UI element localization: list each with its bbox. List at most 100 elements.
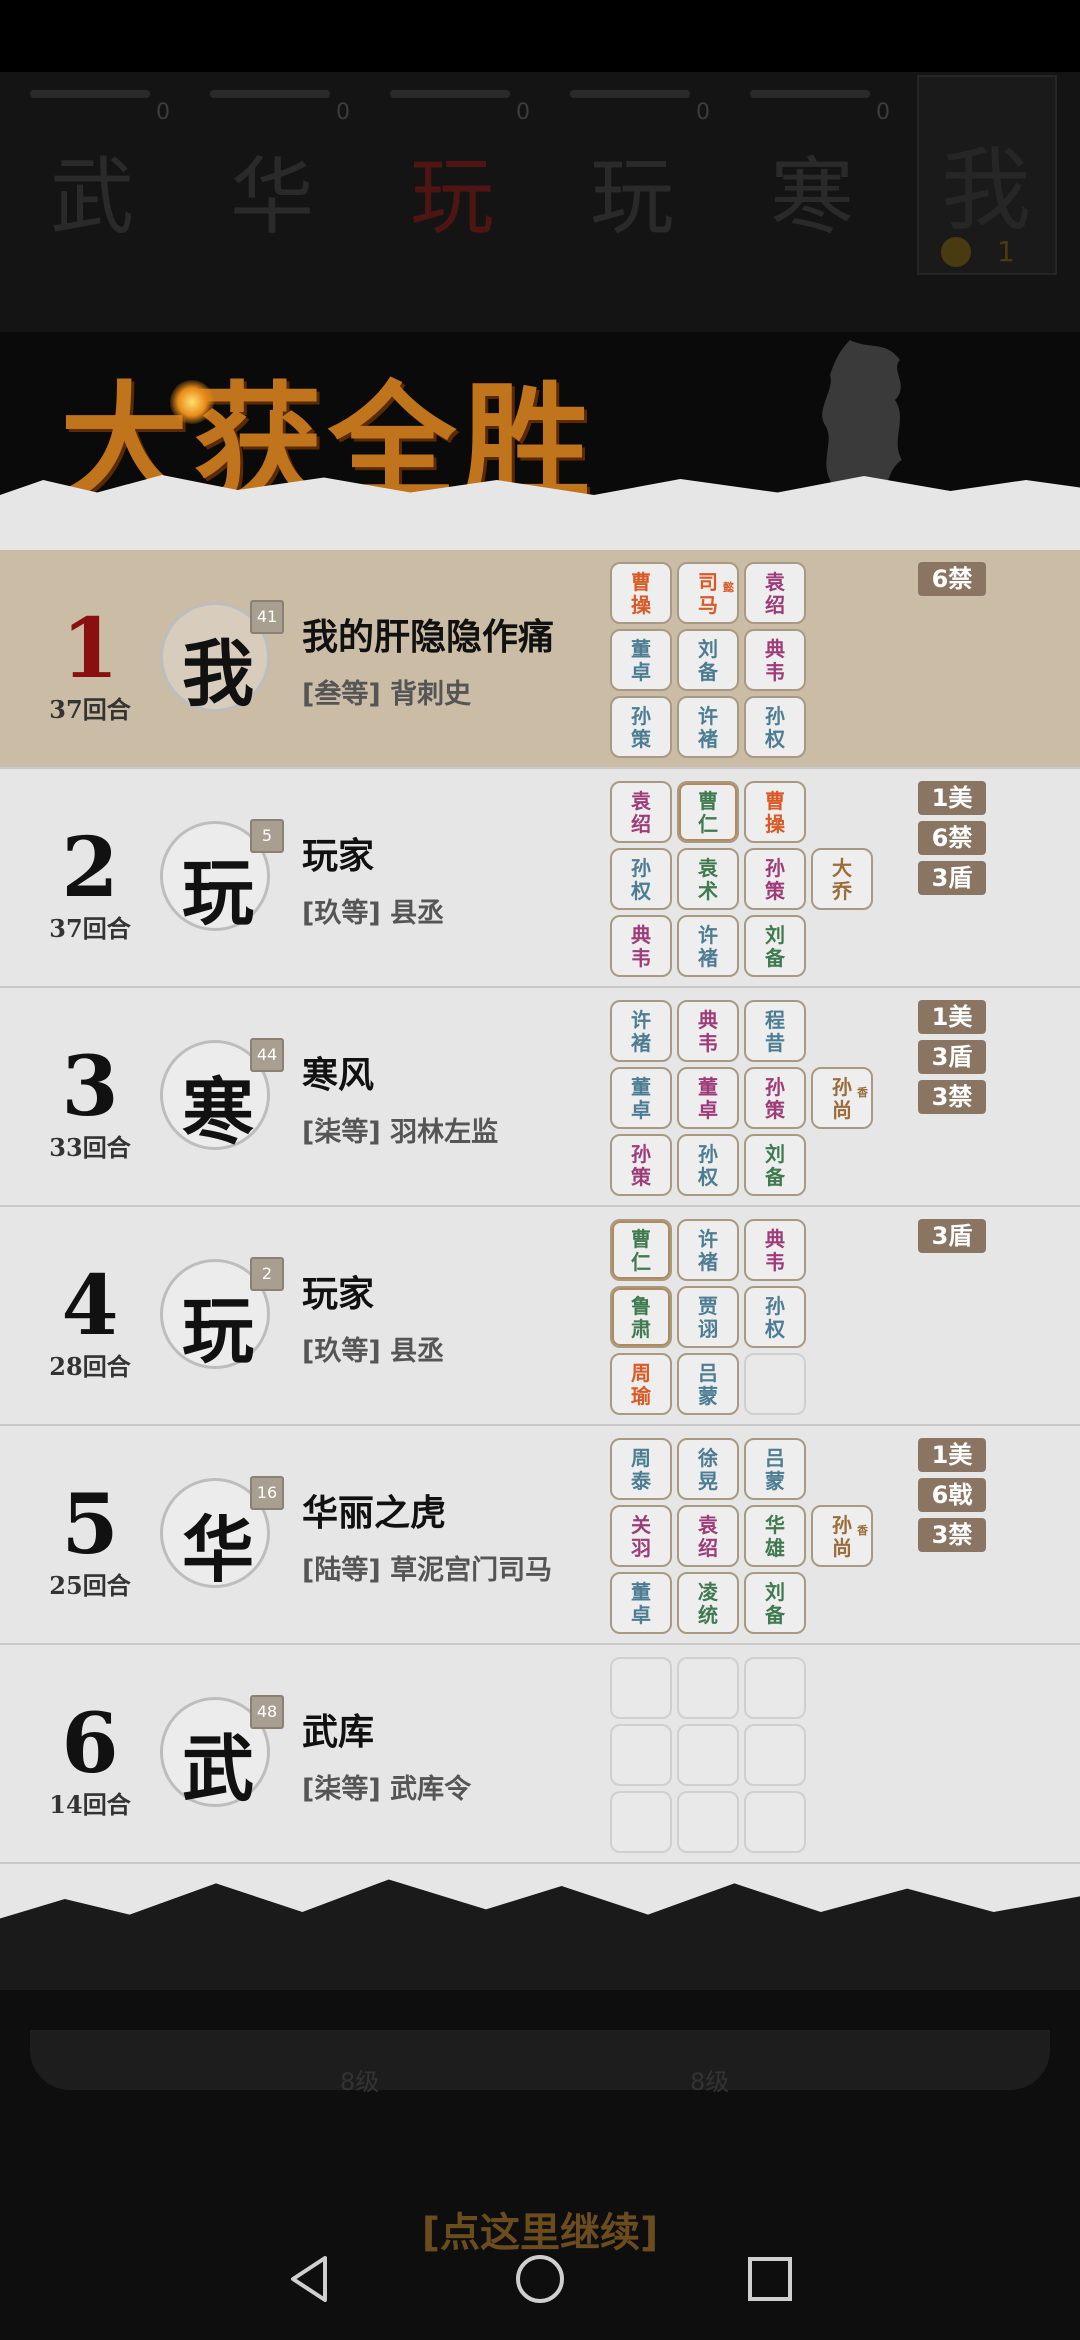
hero-card (610, 1724, 672, 1786)
player-count: 0 (516, 100, 530, 125)
hero-card: 司马懿 (677, 562, 739, 624)
player-rank-title: [柒等] 羽林左监 (302, 1117, 499, 1148)
hero-card: 袁绍 (677, 1505, 739, 1567)
hero-card: 董卓 (610, 1572, 672, 1634)
hero-card-extra: 大乔 (811, 848, 873, 910)
hero-card (610, 1657, 672, 1719)
level-label-left: 8级 (340, 2068, 380, 2096)
hero-card: 孙权 (610, 848, 672, 910)
hero-card: 凌统 (677, 1572, 739, 1634)
level-badge: 41 (250, 600, 284, 634)
hero-card: 周瑜 (610, 1353, 672, 1415)
bonus-tag: 1美 (918, 1000, 986, 1034)
hero-card: 许褚 (610, 1000, 672, 1062)
hero-card: 刘备 (677, 629, 739, 691)
level-badge: 16 (250, 1476, 284, 1510)
rank-number: 5 (61, 1477, 119, 1573)
result-row: 1 37回合我 41 我的肝隐隐作痛 [叁等] 背刺史曹操司马懿袁绍董卓刘备典韦孙策许褚… (0, 550, 1080, 769)
hero-card: 刘备 (744, 915, 806, 977)
level-badge: 48 (250, 1695, 284, 1729)
level-badge: 44 (250, 1038, 284, 1072)
hero-card: 典韦 (744, 629, 806, 691)
hero-card-grid (610, 1657, 810, 1853)
self-coin-count: 1 (997, 235, 1015, 268)
bonus-tag: 6戟 (918, 1478, 986, 1512)
player-char: 武 (50, 148, 135, 246)
home-icon[interactable] (505, 2244, 575, 2314)
backdrop-player-slot: 0玩 (380, 80, 550, 250)
coin-icon (941, 237, 971, 267)
hero-card: 孙策 (610, 1134, 672, 1196)
backdrop-player-slot: 0武 (20, 80, 190, 250)
result-row: 2 37回合玩 5 玩家 [玖等] 县丞袁绍曹仁曹操孙权袁术孙策典韦许褚刘备大乔 1美 6禁… (0, 769, 1080, 988)
player-rank-title: [叁等] 背刺史 (302, 679, 472, 710)
hero-card: 徐晃 (677, 1438, 739, 1500)
player-char: 寒 (770, 148, 855, 246)
turn-count: 14回合 (49, 1790, 131, 1819)
player-name: 华丽之虎 (302, 1493, 447, 1534)
bonus-tag: 1美 (918, 1438, 986, 1472)
back-icon[interactable] (275, 2244, 345, 2314)
turn-count: 28回合 (49, 1352, 131, 1381)
hero-card: 孙权 (744, 696, 806, 758)
hp-bar (570, 90, 690, 98)
player-name: 玩家 (302, 836, 375, 877)
rank-number: 4 (61, 1258, 119, 1354)
bonus-tag: 3盾 (918, 1219, 986, 1253)
rank-number: 1 (61, 601, 119, 697)
player-rank-title: [陆等] 草泥宫门司马 (302, 1555, 553, 1586)
bonus-tag: 3盾 (918, 861, 986, 895)
flame-icon (170, 380, 214, 424)
level-badge: 2 (250, 1257, 284, 1291)
hero-card: 袁绍 (744, 562, 806, 624)
backdrop-player-slot: 0玩 (560, 80, 730, 250)
self-player-card: 我 1 (917, 75, 1057, 275)
hero-card: 鲁肃 (610, 1286, 672, 1348)
hero-card (677, 1791, 739, 1853)
hero-card: 刘备 (744, 1572, 806, 1634)
hero-card: 许褚 (677, 1219, 739, 1281)
player-count: 0 (696, 100, 710, 125)
hero-card (744, 1353, 806, 1415)
player-name: 玩家 (302, 1274, 375, 1315)
hero-card: 贾诩 (677, 1286, 739, 1348)
hero-card (677, 1657, 739, 1719)
hp-bar (30, 90, 150, 98)
hero-card: 孙策 (610, 696, 672, 758)
hero-card-extra: 孙尚香 (811, 1505, 873, 1567)
hero-card: 刘备 (744, 1134, 806, 1196)
hero-card (744, 1657, 806, 1719)
hero-card: 袁绍 (610, 781, 672, 843)
backdrop-player-slot: 0华 (200, 80, 370, 250)
player-char: 华 (230, 148, 315, 246)
hero-card: 孙策 (744, 1067, 806, 1129)
bonus-tag: 6禁 (918, 821, 986, 855)
hero-card: 华雄 (744, 1505, 806, 1567)
bonus-tags: 1美 6禁 3盾 (918, 781, 988, 901)
player-rank-title: [玖等] 县丞 (302, 898, 445, 929)
turn-count: 37回合 (49, 695, 131, 724)
hero-card: 袁术 (677, 848, 739, 910)
hero-card: 许褚 (677, 915, 739, 977)
bonus-tags: 6禁 (918, 562, 988, 602)
bonus-tags: 3盾 (918, 1219, 988, 1259)
hero-card: 曹操 (610, 562, 672, 624)
player-name: 寒风 (302, 1055, 375, 1096)
result-row: 5 25回合华 16 华丽之虎 [陆等] 草泥宫门司马周泰徐晃吕蒙关羽袁绍华雄董卓凌统刘… (0, 1426, 1080, 1645)
bonus-tag: 3禁 (918, 1518, 986, 1552)
hero-card: 周泰 (610, 1438, 672, 1500)
recents-icon[interactable] (735, 2244, 805, 2314)
bonus-tags: 1美 3盾 3禁 (918, 1000, 988, 1120)
status-bar (0, 0, 1080, 72)
hero-card-grid: 周泰徐晃吕蒙关羽袁绍华雄董卓凌统刘备孙尚香 (610, 1438, 873, 1634)
hero-card: 吕蒙 (744, 1438, 806, 1500)
hero-card: 曹仁 (610, 1219, 672, 1281)
turn-count: 33回合 (49, 1133, 131, 1162)
rank-number: 3 (61, 1039, 119, 1135)
hero-card: 孙权 (744, 1286, 806, 1348)
hero-card: 董卓 (610, 1067, 672, 1129)
player-name: 武库 (302, 1712, 375, 1753)
hero-card: 许褚 (677, 696, 739, 758)
hero-card: 典韦 (610, 915, 672, 977)
result-row: 4 28回合玩 2 玩家 [玖等] 县丞曹仁许褚典韦鲁肃贾诩孙权周瑜吕蒙 3盾 (0, 1207, 1080, 1426)
